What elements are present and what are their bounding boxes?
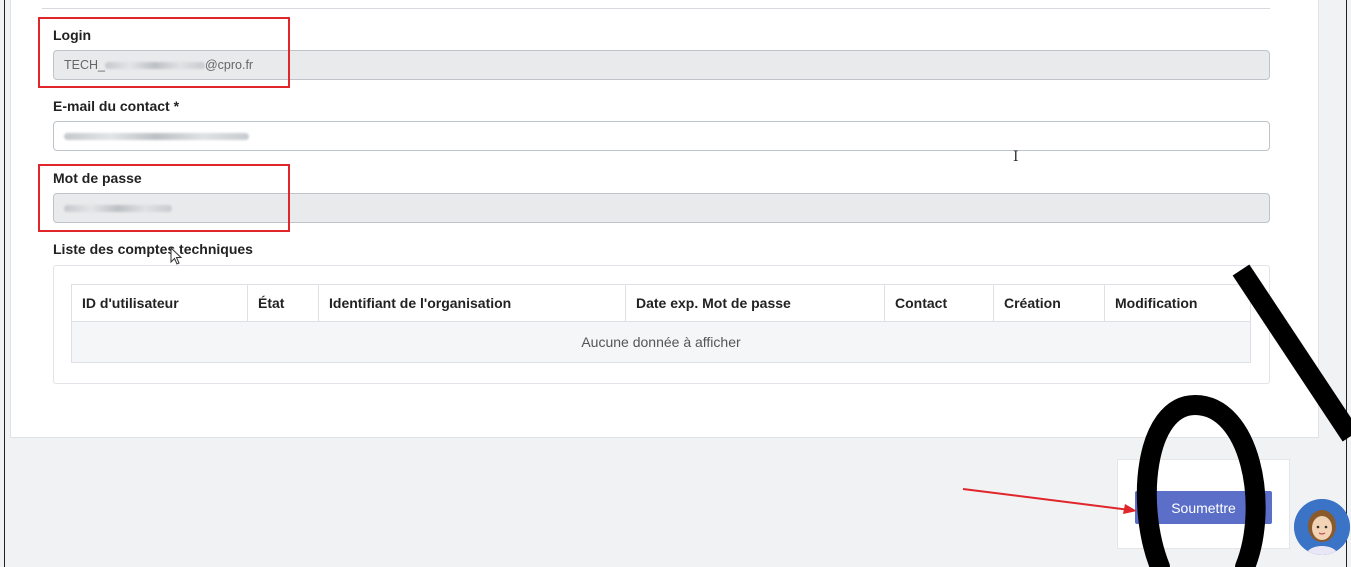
table-row: Aucune donnée à afficher [71,321,1251,363]
highlight-box-login [38,17,290,88]
column-header[interactable]: Création [993,284,1105,322]
column-header[interactable]: ID d'utilisateur [71,284,248,322]
list-title: Liste des comptes techniques [53,241,253,257]
annotation-arrow-icon [962,488,1137,514]
column-header[interactable]: Identifiant de l'organisation [318,284,626,322]
submit-button[interactable]: Soumettre [1135,491,1272,524]
highlight-box-password [38,164,290,232]
table-header-row: ID d'utilisateur État Identifiant de l'o… [71,284,1251,322]
column-header[interactable]: Contact [884,284,994,322]
column-header[interactable]: Modification [1104,284,1251,322]
divider [42,8,1270,9]
mouse-pointer-icon [170,247,183,265]
redacted-text [64,133,249,141]
empty-message: Aucune donnée à afficher [71,321,1251,363]
email-label: E-mail du contact * [53,98,180,114]
column-header[interactable]: État [247,284,319,322]
accounts-table: ID d'utilisateur État Identifiant de l'o… [71,284,1251,363]
assistant-avatar-icon[interactable] [1294,499,1350,555]
email-field[interactable] [53,121,1270,151]
text-cursor-icon: I [1013,149,1019,165]
column-header[interactable]: Date exp. Mot de passe [625,284,885,322]
